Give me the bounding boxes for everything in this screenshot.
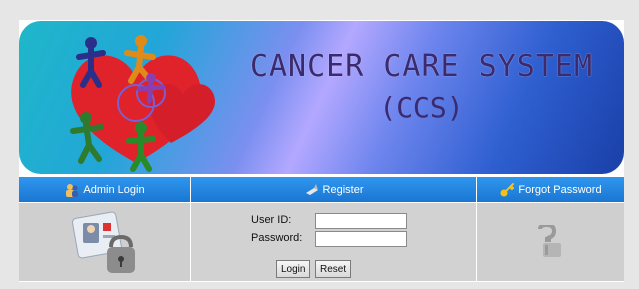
register-icon <box>305 183 318 195</box>
password-lock-icon <box>538 225 561 257</box>
key-icon <box>500 182 515 196</box>
id-card-lock-icon <box>71 211 135 273</box>
app-subtitle: (CCS) <box>379 91 464 124</box>
password-label: Password: <box>251 232 303 244</box>
cancer-care-logo <box>70 35 215 172</box>
header-banner: CANCER CARE SYSTEM (CCS) <box>19 21 624 174</box>
tab-forgot-password-label: Forgot Password <box>518 183 602 196</box>
nav-tabs: Admin Login Register Forgot Password <box>19 177 624 202</box>
password-input[interactable] <box>315 231 407 247</box>
login-form: User ID: Password: Login Reset <box>191 203 477 281</box>
reset-button[interactable]: Reset <box>315 260 352 278</box>
tab-forgot-password[interactable]: Forgot Password <box>477 177 624 202</box>
login-panel: User ID: Password: Login Reset <box>19 203 624 281</box>
tab-register-label: Register <box>322 183 364 196</box>
tab-admin-login[interactable]: Admin Login <box>19 177 191 202</box>
tab-register[interactable]: Register <box>191 177 477 202</box>
user-id-input[interactable] <box>315 213 407 229</box>
user-id-label: User ID: <box>251 214 292 226</box>
admin-icon <box>66 183 79 197</box>
login-button[interactable]: Login <box>276 260 311 278</box>
tab-admin-login-label: Admin Login <box>83 183 145 196</box>
app-title: CANCER CARE SYSTEM <box>249 49 594 84</box>
forgot-password-cell <box>477 203 624 281</box>
admin-image-cell <box>19 203 191 281</box>
